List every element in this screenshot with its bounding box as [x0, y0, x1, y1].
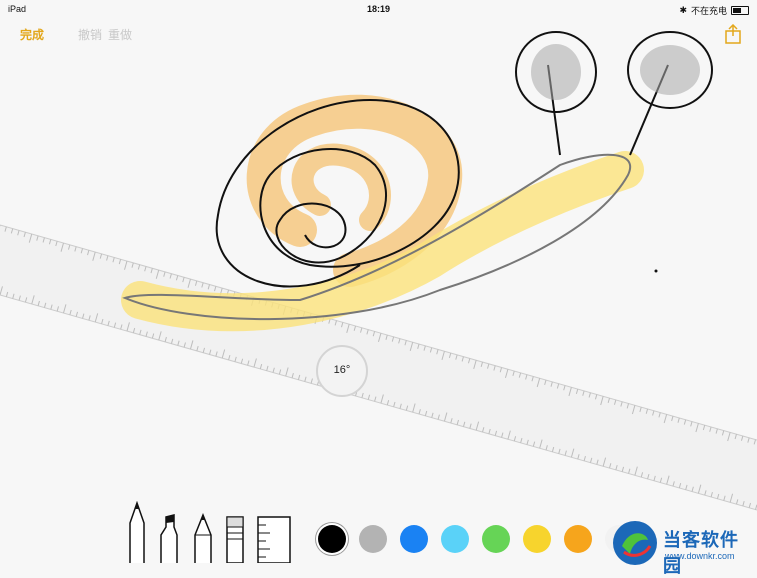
- done-button[interactable]: 完成: [20, 26, 44, 43]
- status-bar: iPad 18:19 ✱ 不在充电: [0, 0, 757, 20]
- color-swatch-2[interactable]: [359, 525, 387, 553]
- top-toolbar: 完成 撤销 重做: [0, 23, 757, 49]
- bluetooth-icon: ✱: [679, 5, 687, 15]
- watermark-url: www.downkr.com: [665, 551, 735, 561]
- drawing-canvas[interactable]: [0, 0, 757, 568]
- color-swatch-7[interactable]: [564, 525, 592, 553]
- color-swatch-3[interactable]: [400, 525, 428, 553]
- marker-icon[interactable]: [158, 513, 180, 568]
- pen-icon[interactable]: [126, 500, 148, 568]
- color-swatch-1[interactable]: [318, 525, 346, 553]
- color-swatch-6[interactable]: [523, 525, 551, 553]
- redo-button[interactable]: 重做: [108, 26, 132, 43]
- undo-button[interactable]: 撤销: [78, 26, 102, 43]
- color-swatch-5[interactable]: [482, 525, 510, 553]
- battery-icon: [731, 6, 749, 15]
- status-icons: ✱ 不在充电: [679, 4, 749, 17]
- charging-status: 不在充电: [690, 6, 727, 16]
- pencil-icon[interactable]: [192, 512, 214, 568]
- clock: 18:19: [366, 4, 391, 14]
- ruler-angle-indicator: 16°: [316, 345, 368, 397]
- share-icon[interactable]: [724, 23, 742, 49]
- ruler-icon[interactable]: [256, 513, 292, 568]
- watermark: 当客软件园 www.downkr.com: [610, 518, 757, 576]
- eraser-icon[interactable]: [224, 513, 246, 568]
- watermark-logo-icon: [613, 521, 657, 565]
- drawing-tools: [118, 500, 298, 568]
- color-swatch-4[interactable]: [441, 525, 469, 553]
